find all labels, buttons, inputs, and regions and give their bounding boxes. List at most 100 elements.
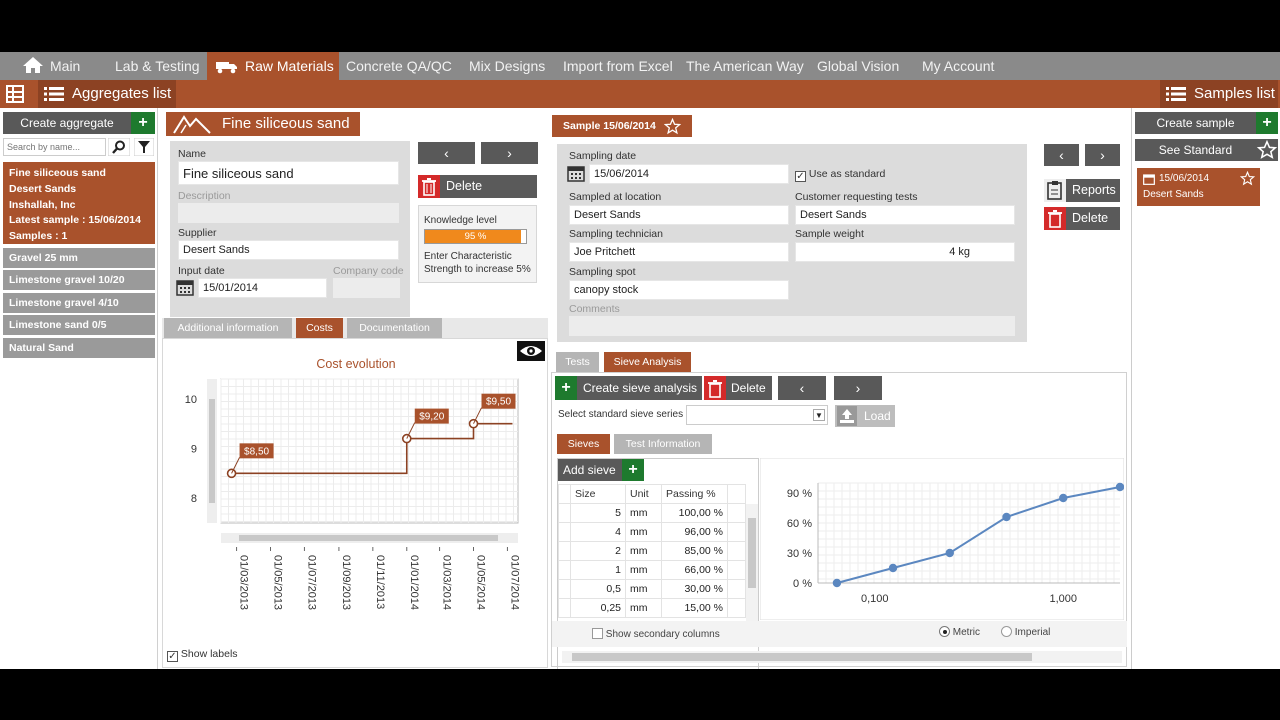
cell-unit[interactable]: mm [625,541,662,561]
cell-size[interactable]: 4 [570,522,626,542]
cell-passing[interactable]: 85,00 % [661,541,728,561]
next-aggregate-chevron-right-icon[interactable]: › [481,142,538,164]
show-labels-option[interactable]: ✓ Show labels [167,648,238,662]
delete-sample-button[interactable]: Delete [1044,207,1120,230]
customer-field[interactable]: Desert Sands [795,205,1015,225]
weight-field[interactable]: 4 kg [795,242,1015,262]
cell-size[interactable]: 5 [570,503,626,523]
comments-field[interactable] [569,316,1015,336]
cell-passing[interactable]: 15,00 % [661,598,728,618]
table-row[interactable]: 4 mm 96,00 % [558,522,746,542]
delete-aggregate-button[interactable]: Delete [418,175,537,198]
nav-my-account[interactable]: My Account [918,52,998,80]
standard-star-icon[interactable] [1256,139,1278,161]
input-date-field[interactable]: 15/01/2014 [198,278,327,298]
prev-aggregate-chevron-left-icon[interactable]: ‹ [418,142,475,164]
aggregate-list-item[interactable]: Limestone gravel 4/10 [3,293,155,313]
create-aggregate-button[interactable]: Create aggregate [3,112,131,134]
metric-option[interactable]: Metric [939,626,980,638]
tab-test-information[interactable]: Test Information [614,434,712,454]
calendar-icon[interactable] [567,164,585,182]
cell-passing[interactable]: 100,00 % [661,503,728,523]
cell-passing[interactable]: 96,00 % [661,522,728,542]
add-aggregate-plus-icon[interactable]: + [131,112,155,134]
nav-concrete-qaqc[interactable]: Concrete QA/QC [342,52,456,80]
nav-main[interactable]: Main [18,52,84,80]
calendar-icon[interactable] [176,278,194,296]
create-sieve-analysis-button[interactable]: + Create sieve analysis [555,376,702,400]
sieve-series-select[interactable]: ▼ [686,405,828,425]
sieves-scrollbar-thumb[interactable] [748,518,756,588]
next-sieve-chevron-right-icon[interactable]: › [834,376,882,400]
sampling-date-field[interactable]: 15/06/2014 [589,164,789,184]
metric-radio[interactable] [939,626,950,637]
sieves-scrollbar[interactable] [746,504,758,622]
imperial-option[interactable]: Imperial [1001,626,1050,638]
table-row[interactable]: 0,25 mm 15,00 % [558,598,746,618]
next-sample-chevron-right-icon[interactable]: › [1085,144,1120,166]
technician-field[interactable]: Joe Pritchett [569,242,789,262]
cell-unit[interactable]: mm [625,598,662,618]
star-icon[interactable] [1240,171,1255,186]
table-row[interactable]: 0,5 mm 30,00 % [558,579,746,599]
sieve-horizontal-scrollbar-thumb[interactable] [572,653,1032,661]
reports-button[interactable]: Reports [1044,179,1120,202]
show-secondary-option[interactable]: Show secondary columns [592,628,720,640]
description-field[interactable] [178,203,399,223]
sampled-at-field[interactable]: Desert Sands [569,205,789,225]
grid-icon[interactable] [6,85,24,103]
cell-unit[interactable]: mm [625,560,662,580]
tab-additional-information[interactable]: Additional information [164,318,292,338]
cell-unit[interactable]: mm [625,579,662,599]
add-sample-plus-icon[interactable]: + [1256,112,1278,134]
tab-documentation[interactable]: Documentation [347,318,442,338]
search-input[interactable] [3,138,106,156]
cell-passing[interactable]: 66,00 % [661,560,728,580]
nav-import-excel[interactable]: Import from Excel [559,52,677,80]
table-row[interactable]: 5 mm 100,00 % [558,503,746,523]
nav-global-vision[interactable]: Global Vision [813,52,903,80]
aggregate-list-item-selected[interactable]: Fine siliceous sand Desert Sands Inshall… [3,162,155,244]
prev-sample-chevron-left-icon[interactable]: ‹ [1044,144,1079,166]
aggregate-list-item[interactable]: Gravel 25 mm [3,248,155,268]
use-as-standard-option[interactable]: ✓ Use as standard [795,168,885,182]
load-button[interactable]: Load [835,405,895,427]
nav-mix-designs[interactable]: Mix Designs [465,52,549,80]
tab-tests[interactable]: Tests [556,352,599,372]
table-row[interactable]: 1 mm 66,00 % [558,560,746,580]
cell-size[interactable]: 2 [570,541,626,561]
spot-field[interactable]: canopy stock [569,280,789,300]
tab-costs[interactable]: Costs [296,318,343,338]
filter-icon[interactable] [134,138,154,156]
show-labels-checkbox[interactable]: ✓ [167,651,178,662]
cell-unit[interactable]: mm [625,503,662,523]
aggregate-list-item[interactable]: Natural Sand [3,338,155,358]
add-sieve-button[interactable]: Add sieve [558,459,622,481]
nav-american-way[interactable]: The American Way [682,52,808,80]
add-sieve-plus-icon[interactable]: + [622,459,644,481]
search-icon[interactable] [108,138,130,156]
cell-size[interactable]: 0,5 [570,579,626,599]
cell-size[interactable]: 1 [570,560,626,580]
supplier-field[interactable]: Desert Sands [178,240,399,260]
table-row[interactable]: 2 mm 85,00 % [558,541,746,561]
aggregates-list-button[interactable]: Aggregates list [38,80,176,108]
delete-sieve-button[interactable]: Delete [704,376,772,400]
nav-lab-testing[interactable]: Lab & Testing [111,52,204,80]
tab-sieves[interactable]: Sieves [557,434,610,454]
create-sample-button[interactable]: Create sample [1135,112,1256,134]
imperial-radio[interactable] [1001,626,1012,637]
samples-list-button[interactable]: Samples list [1160,80,1278,108]
company-code-field[interactable] [333,278,400,298]
prev-sieve-chevron-left-icon[interactable]: ‹ [778,376,826,400]
aggregate-list-item[interactable]: Limestone gravel 10/20 [3,270,155,290]
see-standard-button[interactable]: See Standard [1135,139,1256,161]
star-icon[interactable] [664,118,681,135]
nav-raw-materials[interactable]: Raw Materials [207,52,339,80]
cell-size[interactable]: 0,25 [570,598,626,618]
cell-unit[interactable]: mm [625,522,662,542]
cell-passing[interactable]: 30,00 % [661,579,728,599]
sieve-horizontal-scrollbar[interactable] [562,651,1122,663]
use-as-standard-checkbox[interactable]: ✓ [795,171,806,182]
tab-sieve-analysis[interactable]: Sieve Analysis [604,352,691,372]
